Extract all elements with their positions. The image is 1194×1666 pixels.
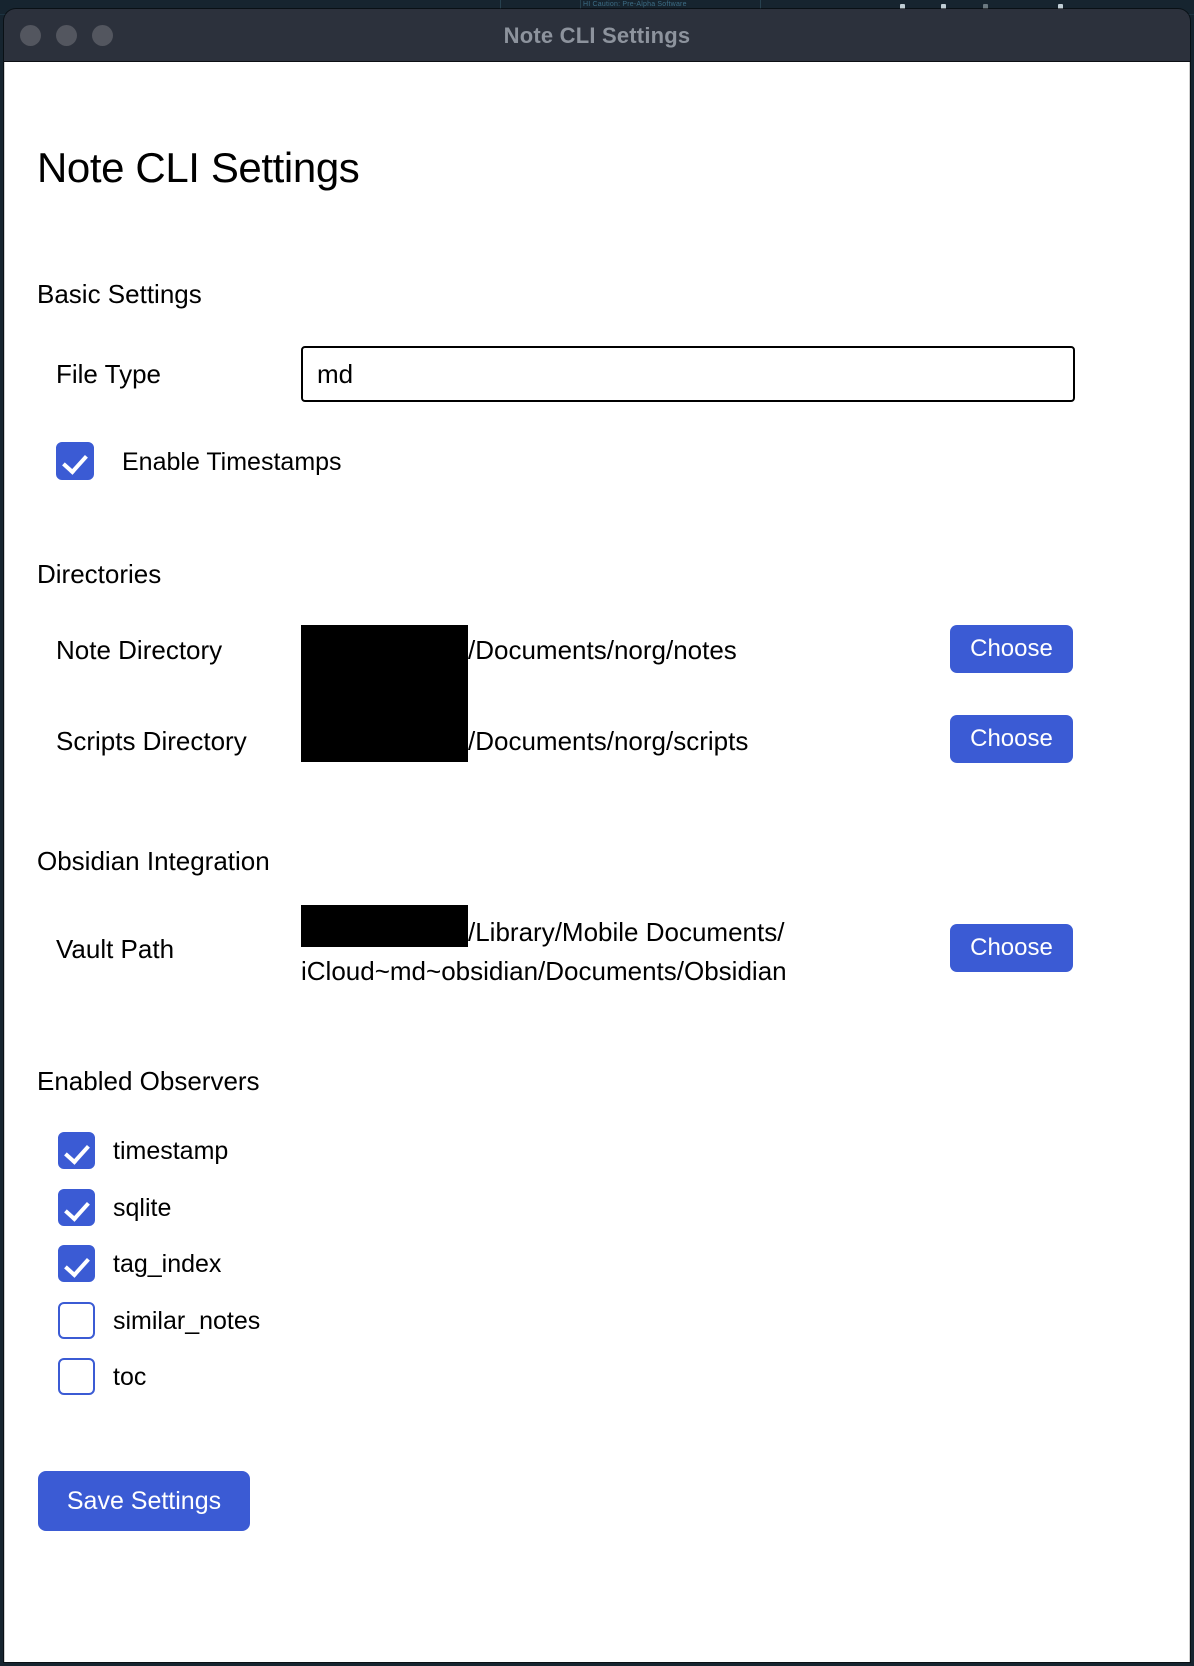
observer-checkbox-tag-index[interactable] [58, 1245, 95, 1282]
choose-note-directory-button[interactable]: Choose [950, 625, 1073, 673]
observer-label-similar-notes: similar_notes [113, 1307, 261, 1335]
observer-label-tag-index: tag_index [113, 1250, 222, 1278]
window-title: Note CLI Settings [503, 23, 691, 48]
note-directory-path: /Documents/norg/notes [468, 635, 737, 665]
window-titlebar[interactable]: Note CLI Settings [4, 9, 1190, 62]
section-heading-basic-settings: Basic Settings [37, 279, 202, 309]
observer-checkbox-timestamp[interactable] [58, 1132, 95, 1169]
section-heading-obsidian-integration: Obsidian Integration [37, 846, 270, 876]
app-window: Note CLI Settings Note CLI Settings Basi… [4, 9, 1190, 1662]
vault-path-value: /Library/Mobile Documents/ iCloud~md~obs… [301, 913, 921, 991]
observer-label-toc: toc [113, 1363, 147, 1391]
enable-timestamps-label: Enable Timestamps [122, 448, 342, 476]
file-type-label: File Type [56, 359, 162, 389]
scripts-directory-path: /Documents/norg/scripts [468, 726, 749, 756]
observer-checkbox-sqlite[interactable] [58, 1189, 95, 1226]
observer-label-sqlite: sqlite [113, 1194, 172, 1222]
scripts-directory-label: Scripts Directory [56, 726, 247, 756]
menubar-status-text: HI Caution: Pre-Alpha Software [583, 1, 687, 8]
vault-path-line-2: iCloud~md~obsidian/Documents/Obsidian [301, 956, 787, 986]
section-heading-directories: Directories [37, 559, 162, 589]
enable-timestamps-checkbox[interactable] [56, 442, 94, 480]
observer-checkbox-similar-notes[interactable] [58, 1302, 95, 1339]
choose-vault-path-button[interactable]: Choose [950, 924, 1073, 972]
observer-checkbox-toc[interactable] [58, 1358, 95, 1395]
choose-scripts-directory-button[interactable]: Choose [950, 715, 1073, 763]
save-settings-button[interactable]: Save Settings [38, 1471, 250, 1531]
note-directory-label: Note Directory [56, 635, 223, 665]
vault-path-label: Vault Path [56, 934, 175, 964]
section-heading-enabled-observers: Enabled Observers [37, 1066, 260, 1096]
file-type-input[interactable] [301, 346, 1075, 402]
observer-label-timestamp: timestamp [113, 1137, 229, 1165]
redaction-bar-directories [301, 625, 468, 762]
page-title: Note CLI Settings [37, 144, 360, 191]
vault-path-line-1: /Library/Mobile Documents/ [468, 917, 785, 947]
settings-content: Note CLI Settings Basic Settings File Ty… [4, 62, 1190, 1662]
